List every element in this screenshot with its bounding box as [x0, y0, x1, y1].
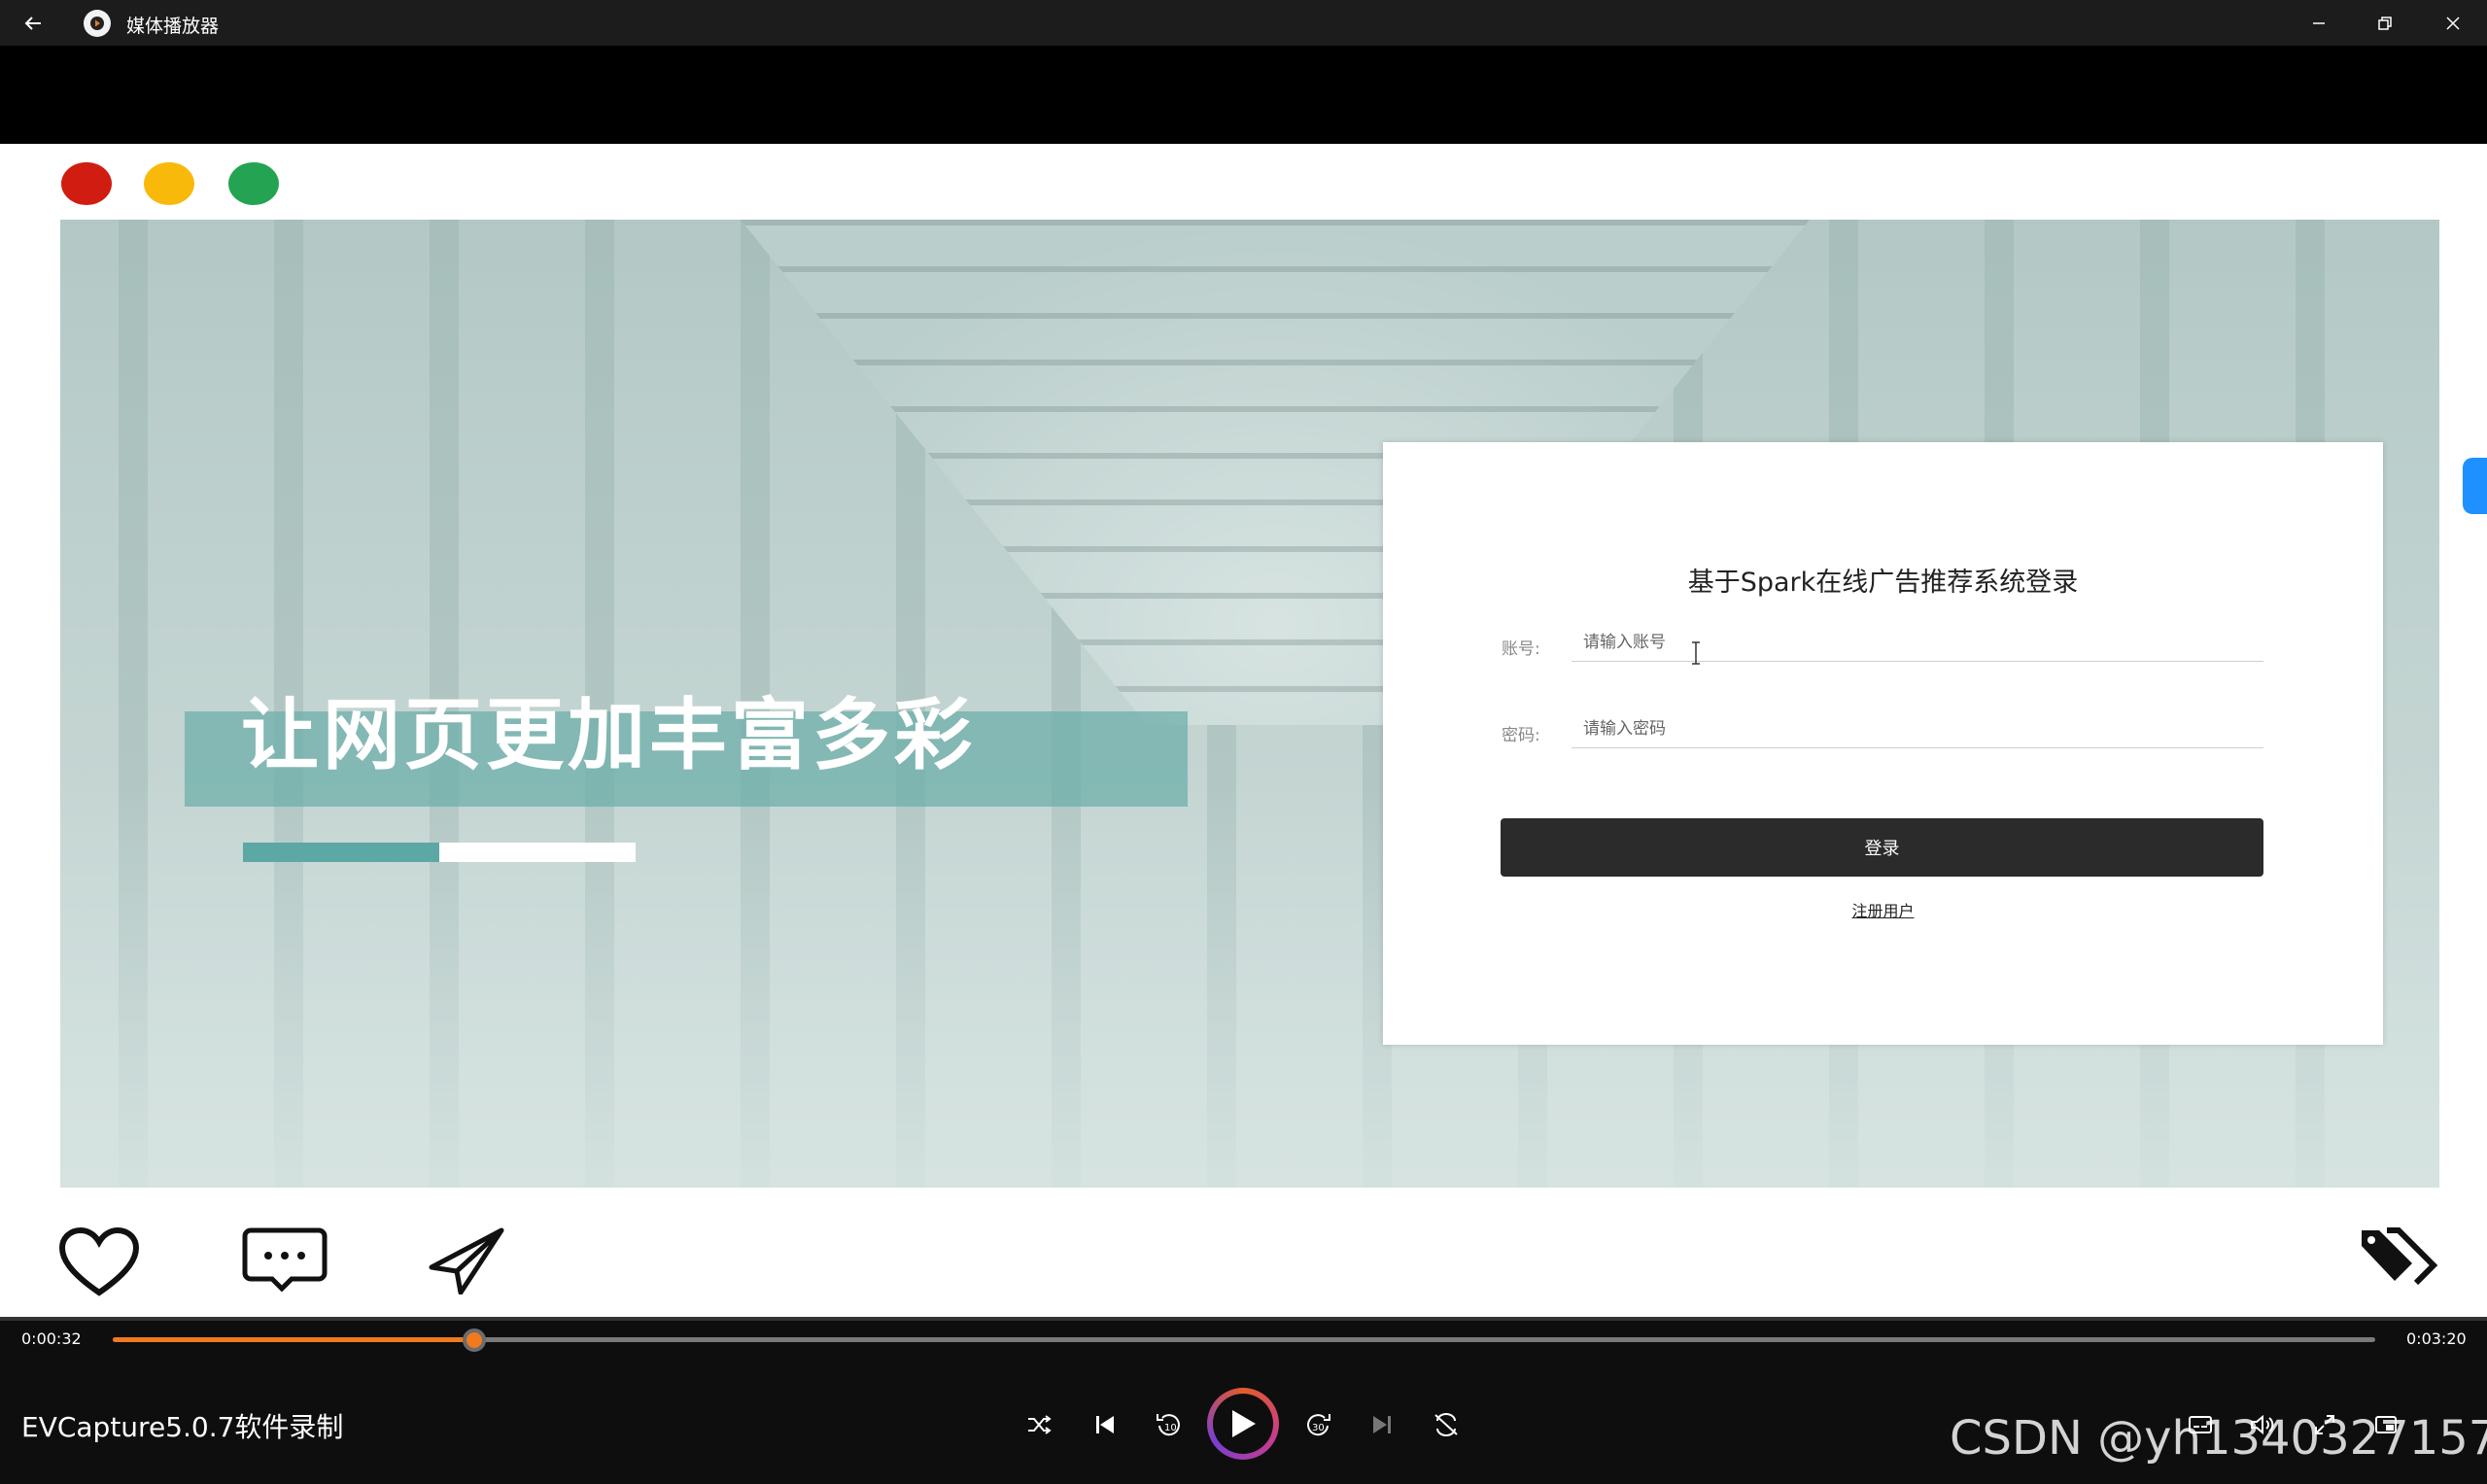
total-duration: 0:03:20	[2406, 1329, 2467, 1348]
yellow-dot	[144, 162, 194, 205]
password-label: 密码:	[1502, 726, 1540, 745]
comment-icon[interactable]	[241, 1226, 328, 1294]
account-input[interactable]	[1572, 623, 2263, 662]
restore-icon	[2378, 17, 2392, 30]
close-button[interactable]	[2426, 4, 2480, 43]
seek-bar-progress	[113, 1337, 475, 1342]
back-button[interactable]	[17, 8, 49, 39]
decor-bar-white	[439, 843, 636, 862]
shuffle-button[interactable]	[1020, 1405, 1059, 1444]
account-label: 账号:	[1502, 639, 1540, 659]
shuffle-icon	[1028, 1415, 1052, 1434]
svg-text:30: 30	[1312, 1423, 1325, 1433]
forward-30-button[interactable]: 30	[1298, 1405, 1337, 1444]
login-button[interactable]: 登录	[1501, 818, 2263, 877]
green-dot	[228, 162, 279, 205]
register-link[interactable]: 注册用户	[1383, 898, 2383, 921]
minimize-button[interactable]	[2292, 4, 2346, 43]
media-player-app-icon	[84, 10, 111, 37]
login-card: 基于Spark在线广告推荐系统登录 账号: 密码: 登录 注册用户	[1383, 442, 2383, 1045]
tag-icon[interactable]	[2360, 1226, 2439, 1289]
previous-icon	[1096, 1416, 1114, 1433]
play-icon	[1232, 1410, 1256, 1437]
login-title: 基于Spark在线广告推荐系统登录	[1687, 568, 2079, 598]
media-title: EVCapture5.0.7软件录制	[21, 1411, 344, 1443]
forward-30-icon: 30	[1307, 1414, 1330, 1436]
back-arrow-icon	[24, 17, 41, 30]
play-button[interactable]	[1207, 1388, 1279, 1460]
video-letterbox-top	[0, 46, 2487, 144]
red-dot	[61, 162, 112, 205]
elapsed-time: 0:00:32	[21, 1329, 82, 1348]
close-icon	[2446, 17, 2460, 30]
csdn-watermark: CSDN @yh1340327157	[1950, 1411, 2487, 1466]
decor-bar-teal	[243, 843, 439, 862]
seek-bar[interactable]	[113, 1337, 2375, 1342]
repeat-button[interactable]	[1427, 1405, 1466, 1444]
title-bar: 媒体播放器	[0, 0, 2487, 46]
password-input[interactable]	[1572, 709, 2263, 748]
svg-text:10: 10	[1164, 1423, 1177, 1433]
previous-button[interactable]	[1086, 1405, 1124, 1444]
text-cursor-icon	[1692, 641, 1700, 665]
repeat-off-icon	[1434, 1413, 1458, 1436]
next-icon	[1373, 1416, 1391, 1433]
heart-icon[interactable]	[58, 1226, 140, 1298]
rewind-10-icon: 10	[1157, 1414, 1180, 1436]
restore-button[interactable]	[2358, 4, 2412, 43]
share-paper-plane-icon[interactable]	[428, 1226, 505, 1294]
minimize-icon	[2313, 22, 2325, 24]
rewind-10-button[interactable]: 10	[1150, 1405, 1189, 1444]
next-button[interactable]	[1363, 1405, 1401, 1444]
window-title: 媒体播放器	[126, 16, 220, 37]
slide-headline: 让网页更加丰富多彩	[241, 690, 976, 780]
side-floating-tab[interactable]	[2463, 458, 2487, 514]
